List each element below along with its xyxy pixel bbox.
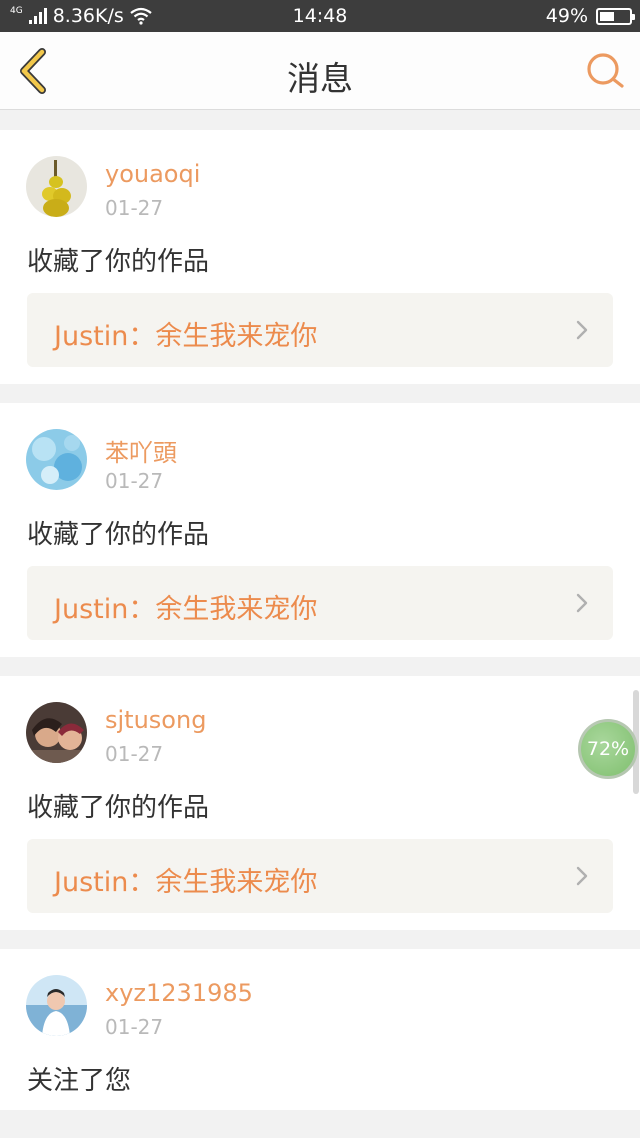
status-bar: 4G 8.36K/s 14:48 49% bbox=[0, 0, 640, 32]
floating-progress-badge[interactable]: 72% bbox=[578, 719, 638, 779]
battery-icon bbox=[596, 7, 635, 25]
work-title: Justin：余生我来宠你 bbox=[54, 321, 318, 352]
work-link[interactable]: Justin：余生我来宠你 bbox=[27, 293, 613, 367]
username[interactable]: 苯吖頭 bbox=[105, 433, 177, 468]
chevron-right-icon bbox=[576, 320, 588, 340]
battery-level bbox=[600, 11, 614, 21]
battery-percent: 49% bbox=[545, 5, 588, 27]
message-date: 01-27 bbox=[105, 196, 164, 220]
avatar[interactable] bbox=[26, 975, 87, 1036]
message-date: 01-27 bbox=[105, 742, 164, 766]
clock: 14:48 bbox=[292, 5, 348, 27]
search-button[interactable] bbox=[584, 50, 626, 92]
avatar[interactable] bbox=[26, 429, 87, 490]
nav-bar: 消息 bbox=[0, 32, 640, 110]
message-card: sjtusong 01-27 收藏了你的作品 Justin：余生我来宠你 bbox=[0, 676, 640, 930]
message-action: 关注了您 bbox=[27, 1066, 132, 1096]
chevron-right-icon bbox=[576, 593, 588, 613]
chevron-right-icon bbox=[576, 866, 588, 886]
message-action: 收藏了你的作品 bbox=[27, 247, 210, 277]
work-link[interactable]: Justin：余生我来宠你 bbox=[27, 566, 613, 640]
message-date: 01-27 bbox=[105, 1015, 164, 1039]
username[interactable]: xyz1231985 bbox=[105, 979, 253, 1007]
message-action: 收藏了你的作品 bbox=[27, 793, 210, 823]
message-action: 收藏了你的作品 bbox=[27, 520, 210, 550]
avatar[interactable] bbox=[26, 702, 87, 763]
search-icon bbox=[587, 53, 624, 88]
work-title: Justin：余生我来宠你 bbox=[54, 594, 318, 625]
message-card: youaoqi 01-27 收藏了你的作品 Justin：余生我来宠你 bbox=[0, 130, 640, 384]
work-link[interactable]: Justin：余生我来宠你 bbox=[27, 839, 613, 913]
work-title: Justin：余生我来宠你 bbox=[54, 867, 318, 898]
message-date: 01-27 bbox=[105, 469, 164, 493]
status-right: 49% bbox=[545, 5, 635, 27]
username[interactable]: youaoqi bbox=[105, 160, 200, 188]
page-title: 消息 bbox=[287, 59, 353, 98]
message-card: 苯吖頭 01-27 收藏了你的作品 Justin：余生我来宠你 bbox=[0, 403, 640, 657]
avatar[interactable] bbox=[26, 156, 87, 217]
message-card: xyz1231985 01-27 关注了您 bbox=[0, 949, 640, 1110]
username[interactable]: sjtusong bbox=[105, 706, 206, 734]
